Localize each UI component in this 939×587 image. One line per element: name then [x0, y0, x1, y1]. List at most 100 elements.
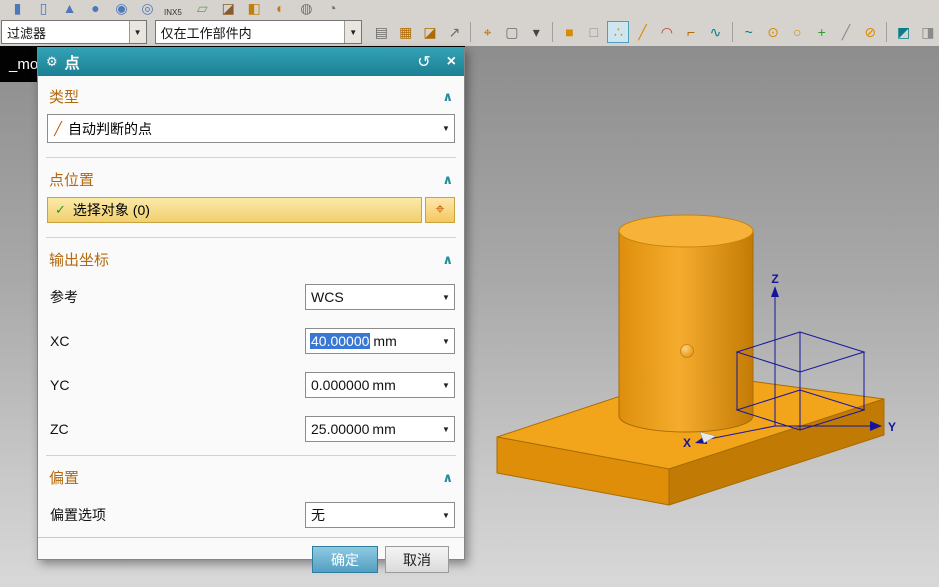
select-object-field[interactable]: ✓ 选择对象 (0)	[47, 197, 422, 223]
dialog-title: 点	[64, 54, 80, 72]
line-tool-icon[interactable]: ╱	[631, 21, 653, 43]
extrude-icon[interactable]: ◧	[243, 0, 266, 19]
datum-csys-icon[interactable]: ◩	[892, 21, 914, 43]
hole-icon[interactable]: ◍	[295, 0, 318, 19]
snap-grid-icon[interactable]: ▦	[395, 21, 417, 43]
slash-tool-icon[interactable]: ╱	[835, 21, 857, 43]
subtract-icon[interactable]: ◎	[136, 0, 159, 19]
section-header-type[interactable]: 类型 ∧	[46, 79, 456, 112]
collapse-chevron-icon[interactable]: ∧	[442, 252, 453, 268]
dropdown-arrow-icon[interactable]: ▼	[438, 425, 454, 434]
dialog-close-icon[interactable]: ×	[447, 53, 456, 71]
yc-value: 0.000000	[311, 377, 370, 393]
point-target-icon: ⌖	[435, 201, 445, 218]
circle-center-icon[interactable]: ⊙	[762, 21, 784, 43]
point-type-dropdown[interactable]: ╱ 自动判断的点 ▼	[47, 114, 455, 143]
section-header-offset[interactable]: 偏置 ∧	[46, 460, 456, 493]
section-separator	[46, 157, 456, 158]
dialog-menu-gear-icon[interactable]: ⚙	[46, 54, 58, 70]
selection-scope-dropdown[interactable]: 仅在工作部件内 ▼	[154, 20, 363, 44]
yc-input[interactable]: 0.000000 mm ▼	[305, 372, 455, 398]
dialog-body: 类型 ∧ ╱ 自动判断的点 ▼ 点位置 ∧ ✓ 选择对象 (0) ⌖ 输出坐标 …	[38, 76, 464, 537]
dropdown-arrow-icon[interactable]: ▼	[438, 381, 454, 390]
zc-input[interactable]: 25.00000 mm ▼	[305, 416, 455, 442]
dialog-title-bar[interactable]: ⚙ 点 ↺ ×	[38, 48, 464, 76]
dropdown-arrow-icon[interactable]: ▼	[438, 124, 454, 133]
dropdown-arrow-icon[interactable]: ▼	[438, 511, 454, 520]
dropdown-arrow-icon[interactable]: ▼	[128, 21, 146, 43]
toolbar-separator	[552, 22, 554, 42]
cylinder-primitive-icon[interactable]: ▯	[32, 0, 55, 19]
selection-filter-dropdown[interactable]: 过滤器 ▼	[1, 20, 147, 44]
collapse-chevron-icon[interactable]: ∧	[442, 470, 453, 486]
section-separator	[46, 237, 456, 238]
ok-button[interactable]: 确定	[312, 546, 378, 573]
zc-value: 25.00000	[311, 421, 370, 437]
select-rectangle-icon[interactable]: ▢	[501, 21, 523, 43]
plus-tool-icon[interactable]: +	[811, 21, 833, 43]
reference-label: 参考	[50, 289, 78, 305]
cancel-button[interactable]: 取消	[385, 546, 449, 573]
sphere-primitive-icon[interactable]: ●	[84, 0, 107, 19]
unite-icon[interactable]: ◉	[110, 0, 133, 19]
arc-tool-icon[interactable]: ◠	[656, 21, 678, 43]
zc-row: ZC 25.00000 mm ▼	[47, 416, 455, 442]
cone-primitive-icon[interactable]: ▲	[58, 0, 81, 19]
reference-dropdown[interactable]: WCS ▼	[305, 284, 455, 310]
offset-option-value: 无	[311, 507, 325, 523]
dropdown-arrow-icon[interactable]: ▼	[344, 21, 362, 43]
zc-unit: mm	[372, 421, 396, 437]
graphics-viewport[interactable]: _mo Z Y X ⚙ 点 ↺ × 类型 ∧ ╱ 自动判断的点 ▼ 点位置 ∧ …	[0, 46, 939, 587]
reference-value: WCS	[311, 289, 344, 305]
dropdown-arrow-icon[interactable]: ▼	[438, 337, 454, 346]
offset-option-dropdown[interactable]: 无 ▼	[305, 502, 455, 528]
select-object-row: ✓ 选择对象 (0) ⌖	[47, 197, 455, 223]
toolbar-separator	[731, 22, 733, 42]
offset-option-label: 偏置选项	[50, 507, 106, 523]
xc-row: XC 40.00000 mm ▼	[47, 328, 455, 354]
toolbar-separator	[886, 22, 888, 42]
select-object-label: 选择对象 (0)	[72, 202, 150, 218]
edge-blend-icon[interactable]: ◔	[321, 0, 344, 19]
main-toolbar: ▮ ▯ ▲ ● ◉ ◎ INX5 ▱ ◪ ◧ ◐ ◍ ◔ 过滤器 ▼ 仅在工作部…	[0, 0, 939, 47]
point-dialog: ⚙ 点 ↺ × 类型 ∧ ╱ 自动判断的点 ▼ 点位置 ∧ ✓ 选择对象 (0)…	[37, 47, 465, 573]
revolve-icon[interactable]: ◐	[269, 0, 292, 19]
toolbar-group-label: INX5	[164, 8, 182, 17]
target-point-icon[interactable]: ⊘	[859, 21, 881, 43]
point-tool-icon[interactable]: ∴	[606, 21, 630, 43]
paste-icon[interactable]: ▤	[370, 21, 392, 43]
cylinder-top-face[interactable]	[618, 214, 754, 248]
collapse-chevron-icon[interactable]: ∧	[442, 89, 453, 105]
yc-row: YC 0.000000 mm ▼	[47, 372, 455, 398]
model-3d[interactable]	[496, 214, 885, 506]
zc-label: ZC	[50, 421, 69, 437]
sketch-edit-icon[interactable]: ◪	[419, 21, 441, 43]
dialog-reset-icon[interactable]: ↺	[417, 52, 430, 72]
xc-input[interactable]: 40.00000 mm ▼	[305, 328, 455, 354]
spline-tool-icon[interactable]: ∿	[704, 21, 726, 43]
more-options-arrow[interactable]: ▾	[525, 21, 547, 43]
point-preview-sphere[interactable]	[680, 344, 694, 358]
circle-tool-icon[interactable]: ○	[786, 21, 808, 43]
section-header-coordinates[interactable]: 输出坐标 ∧	[46, 242, 456, 275]
snap-point-icon[interactable]: ⌖	[476, 21, 498, 43]
yc-label: YC	[50, 377, 70, 393]
studio-spline-icon[interactable]: ~	[738, 21, 760, 43]
section-header-location[interactable]: 点位置 ∧	[46, 162, 456, 195]
shaded-cube-icon[interactable]: □	[583, 21, 605, 43]
solid-cube-icon[interactable]: ■	[558, 21, 580, 43]
profile-tool-icon[interactable]: ⌐	[680, 21, 702, 43]
collapse-chevron-icon[interactable]: ∧	[442, 172, 453, 188]
move-object-icon[interactable]: ↗	[443, 21, 465, 43]
dropdown-arrow-icon[interactable]: ▼	[438, 293, 454, 302]
datum-plane-icon[interactable]: ▱	[191, 0, 214, 19]
yc-unit: mm	[372, 377, 396, 393]
point-dialog-button[interactable]: ⌖	[425, 197, 455, 223]
selection-filter-value: 过滤器	[7, 25, 47, 41]
section-title-coordinates: 输出坐标	[49, 252, 110, 269]
view-cube-icon[interactable]: ◨	[917, 21, 939, 43]
cylinder-body[interactable]	[618, 230, 754, 433]
reference-row: 参考 WCS ▼	[47, 284, 455, 310]
block-primitive-icon[interactable]: ▮	[6, 0, 29, 19]
sketch-icon[interactable]: ◪	[217, 0, 240, 19]
